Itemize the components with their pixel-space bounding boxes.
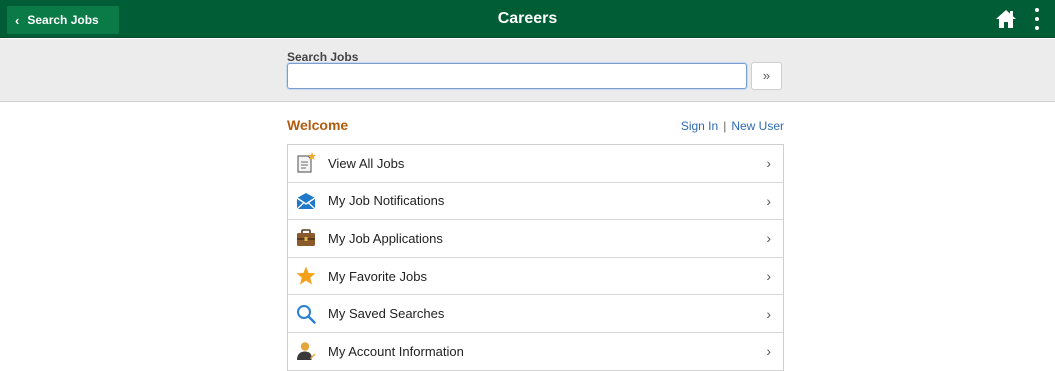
menu-item-my-saved-searches[interactable]: My Saved Searches ›	[288, 295, 783, 333]
menu-item-label: View All Jobs	[328, 155, 405, 171]
menu-item-label: My Account Information	[328, 343, 464, 359]
page-title: Careers	[497, 10, 558, 27]
search-go-button[interactable]: »	[751, 62, 782, 90]
menu-item-view-all-jobs[interactable]: View All Jobs ›	[288, 145, 783, 183]
search-bar-section: Search Jobs »	[0, 39, 1055, 102]
back-button-label: Search Jobs	[27, 13, 99, 27]
briefcase-icon	[295, 227, 317, 249]
menu-item-label: My Job Notifications	[328, 193, 445, 209]
chevron-right-icon: ›	[766, 268, 771, 285]
star-icon	[295, 265, 317, 287]
envelope-icon	[295, 190, 317, 212]
link-separator: |	[723, 119, 727, 133]
menu-item-my-job-notifications[interactable]: My Job Notifications ›	[288, 182, 783, 221]
magnifier-icon	[295, 303, 317, 325]
sign-in-link[interactable]: Sign In	[681, 119, 718, 133]
chevron-left-icon: ‹	[15, 12, 20, 28]
new-user-link[interactable]: New User	[731, 119, 784, 133]
menu-item-label: My Saved Searches	[328, 306, 445, 322]
chevron-right-icon: ›	[766, 192, 771, 209]
chevron-right-icon: ›	[766, 230, 771, 247]
auth-links: Sign In | New User	[681, 119, 784, 133]
menu-item-my-account-information[interactable]: My Account Information ›	[288, 332, 783, 371]
chevron-right-icon: ›	[766, 343, 771, 360]
home-icon[interactable]	[995, 9, 1017, 29]
chevron-right-icon: ›	[766, 155, 771, 172]
menu-item-label: My Job Applications	[328, 230, 443, 246]
document-star-icon	[295, 152, 317, 174]
search-jobs-input[interactable]	[287, 63, 747, 89]
app-header: ‹ Search Jobs Careers	[0, 0, 1055, 38]
menu-item-my-job-applications[interactable]: My Job Applications ›	[288, 220, 783, 258]
search-jobs-label: Search Jobs	[287, 50, 359, 64]
more-options-icon[interactable]	[1033, 8, 1041, 30]
user-icon	[295, 340, 317, 362]
menu-item-label: My Favorite Jobs	[328, 268, 427, 284]
welcome-heading: Welcome	[287, 117, 349, 133]
back-to-search-jobs-button[interactable]: ‹ Search Jobs	[7, 6, 119, 34]
chevron-right-icon: ›	[766, 305, 771, 322]
careers-menu-list: View All Jobs › My Job Notifications › M…	[287, 144, 784, 371]
menu-item-my-favorite-jobs[interactable]: My Favorite Jobs ›	[288, 257, 783, 296]
